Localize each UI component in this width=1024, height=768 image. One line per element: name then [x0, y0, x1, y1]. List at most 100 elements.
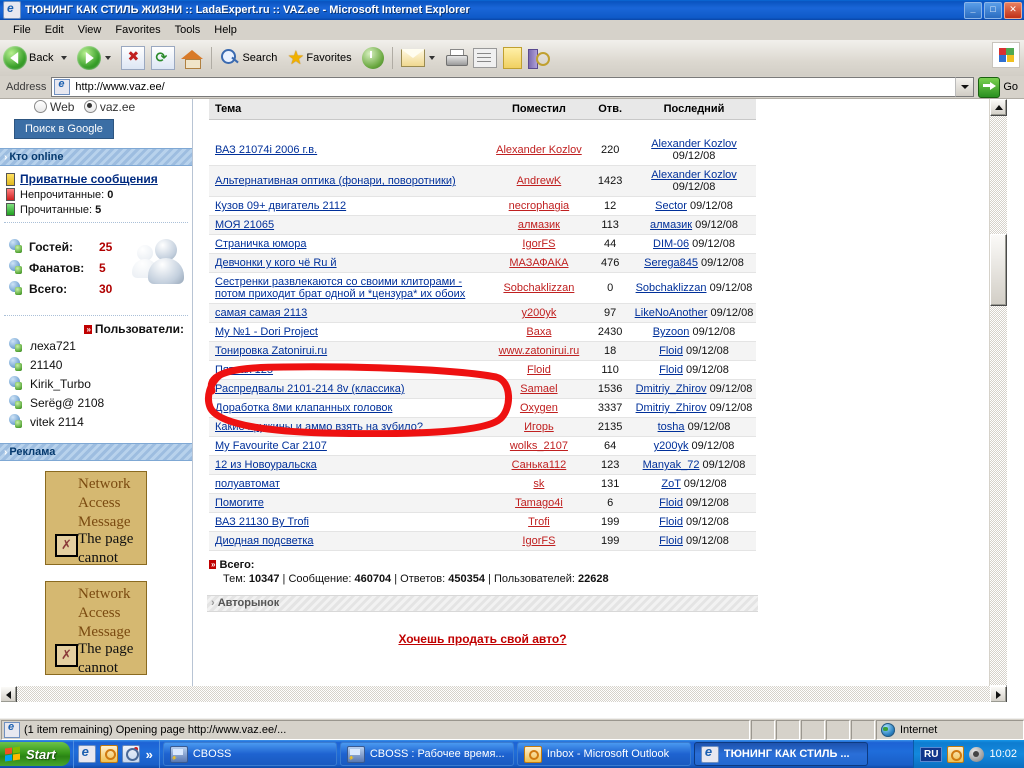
topic-link[interactable]: 12 из Новоуральска — [215, 459, 317, 471]
topic-link[interactable]: Диодная подсветка — [215, 535, 314, 547]
address-dropdown-button[interactable] — [955, 77, 975, 97]
author-link[interactable]: Trofi — [528, 516, 550, 528]
menu-item-tools[interactable]: Tools — [168, 22, 208, 38]
close-button[interactable]: ✕ — [1004, 2, 1022, 19]
author-link[interactable]: Samael — [520, 383, 557, 395]
chevron-down-icon[interactable] — [105, 56, 112, 60]
topic-link[interactable]: ВАЗ 21130 By Trofi — [215, 516, 309, 528]
last-poster-link[interactable]: Byzoon — [653, 326, 690, 338]
table-row[interactable]: Сестренки развлекаются со своими клитора… — [209, 272, 756, 304]
author-link[interactable]: Floid — [527, 364, 551, 376]
table-row[interactable]: МОЯ 21065 алмазик 113 алмазик 09/12/08 — [209, 215, 756, 235]
table-row[interactable]: My №1 - Dori Project Baxa 2430 Byzoon 09… — [209, 322, 756, 342]
last-poster-link[interactable]: tosha — [658, 421, 685, 433]
author-link[interactable]: IgorFS — [522, 535, 555, 547]
last-poster-link[interactable]: Sector — [655, 200, 687, 212]
scroll-right-button[interactable] — [990, 686, 1007, 702]
contacts-icon[interactable] — [121, 745, 140, 763]
author-link[interactable]: МАЗАФАКА — [509, 257, 568, 269]
menu-item-help[interactable]: Help — [207, 22, 244, 38]
list-item[interactable]: vitek 2114 — [0, 412, 192, 431]
topic-link[interactable]: Девчонки у кого чё Ru й — [215, 257, 337, 269]
edit-button[interactable] — [470, 43, 500, 73]
last-poster-link[interactable]: алмазик — [650, 219, 692, 231]
volume-icon[interactable] — [969, 746, 985, 762]
chevron-down-icon[interactable] — [61, 56, 68, 60]
topic-link[interactable]: Альтернативная оптика (фонари, поворотни… — [215, 175, 456, 187]
table-row[interactable]: Распредвалы 2101-214 8v (классика) Samae… — [209, 379, 756, 399]
minimize-button[interactable]: _ — [964, 2, 982, 19]
author-link[interactable]: Sobchaklizzan — [503, 282, 574, 294]
table-row[interactable]: Страничка юмора IgorFS 44 DIM-06 09/12/0… — [209, 234, 756, 254]
author-link[interactable]: y200yk — [521, 307, 556, 319]
menu-item-file[interactable]: File — [6, 22, 38, 38]
author-link[interactable]: Игорь — [524, 421, 554, 433]
list-item[interactable]: Serёg@ 2108 — [0, 393, 192, 412]
private-messages-link[interactable]: Приватные сообщения — [20, 172, 158, 186]
notes-button[interactable] — [500, 43, 525, 73]
clock[interactable]: 10:02 — [989, 748, 1017, 760]
author-link[interactable]: алмазик — [518, 219, 560, 231]
topic-link[interactable]: Сестренки развлекаются со своими клитора… — [215, 276, 465, 300]
start-button[interactable]: Start — [0, 742, 70, 766]
table-row[interactable]: Диодная подсветка IgorFS 199 Floid 09/12… — [209, 531, 756, 551]
search-button[interactable]: Search — [217, 43, 284, 73]
discuss-button[interactable] — [525, 43, 551, 73]
forward-button[interactable] — [74, 43, 118, 73]
address-field[interactable] — [51, 77, 956, 97]
print-button[interactable] — [442, 43, 470, 73]
table-row[interactable]: Альтернативная оптика (фонари, поворотни… — [209, 165, 756, 197]
scroll-up-button[interactable] — [990, 99, 1007, 116]
mail-button[interactable] — [398, 43, 442, 73]
topic-link[interactable]: полуавтомат — [215, 478, 280, 490]
author-link[interactable]: IgorFS — [522, 238, 555, 250]
author-link[interactable]: sk — [533, 478, 544, 490]
google-search-button[interactable]: Поиск в Google — [14, 119, 114, 139]
topic-link[interactable]: МОЯ 21065 — [215, 219, 274, 231]
chevron-down-icon[interactable] — [428, 56, 435, 60]
table-row[interactable]: Доработка 8ми клапанных головок Oxygen 3… — [209, 398, 756, 418]
outlook-icon[interactable] — [99, 745, 118, 763]
scroll-thumb[interactable] — [990, 234, 1007, 306]
table-row[interactable]: ВАЗ 21074i 2006 г.в. Alexander Kozlov 22… — [209, 135, 756, 166]
last-poster-link[interactable]: Floid — [659, 345, 683, 357]
author-link[interactable]: necrophagia — [509, 200, 570, 212]
topic-link[interactable]: Какие пружины и аммо взять на зубило? — [215, 421, 423, 433]
author-link[interactable]: wolks_2107 — [510, 440, 568, 452]
last-poster-link[interactable]: ZoT — [661, 478, 680, 490]
ie-icon[interactable] — [77, 744, 96, 763]
table-row[interactable]: самая самая 2113 y200yk 97 LikeNoAnother… — [209, 303, 756, 323]
language-indicator[interactable]: RU — [920, 746, 943, 762]
address-input[interactable] — [73, 80, 956, 94]
go-button[interactable]: Go — [974, 76, 1024, 98]
last-poster-link[interactable]: Serega845 — [644, 257, 698, 269]
table-row[interactable]: 12 из Новоуральска Санька112 123 Manyak_… — [209, 455, 756, 475]
vertical-scrollbar[interactable] — [989, 99, 1007, 702]
last-poster-link[interactable]: Floid — [659, 497, 683, 509]
last-poster-link[interactable]: Dmitriy_Zhirov — [636, 402, 707, 414]
author-link[interactable]: Baxa — [526, 326, 551, 338]
sell-car-link[interactable]: Хочешь продать свой авто? — [398, 632, 566, 646]
column-header-author[interactable]: Поместил — [489, 99, 589, 120]
refresh-button[interactable]: ⟳ — [148, 43, 178, 73]
author-link[interactable]: AndrewK — [517, 175, 562, 187]
author-link[interactable]: www.zatonirui.ru — [499, 345, 580, 357]
topic-link[interactable]: Страничка юмора — [215, 238, 306, 250]
list-item[interactable]: леха721 — [0, 336, 192, 355]
horizontal-scrollbar[interactable] — [0, 686, 1007, 702]
taskbar-item[interactable]: Inbox - Microsoft Outlook — [516, 742, 691, 766]
topic-link[interactable]: My №1 - Dori Project — [215, 326, 318, 338]
column-header-topic[interactable]: Тема — [209, 99, 490, 120]
last-poster-link[interactable]: LikeNoAnother — [635, 307, 708, 319]
table-row[interactable]: Кузов 09+ двигатель 2112 necrophagia 12 … — [209, 196, 756, 216]
topic-link[interactable]: Распредвалы 2101-214 8v (классика) — [215, 383, 405, 395]
sidebar-header-ads[interactable]: › Реклама — [0, 443, 192, 461]
topic-link[interactable]: My Favourite Car 2107 — [215, 440, 327, 452]
home-button[interactable] — [178, 43, 206, 73]
stop-button[interactable]: ✖ — [118, 43, 148, 73]
ad-placeholder[interactable]: Network Access Message The page cannot ✗ — [45, 581, 147, 675]
section-header-market[interactable]: › Авторынок — [207, 595, 758, 612]
pm-link-row[interactable]: Приватные сообщения — [6, 172, 192, 186]
ad-placeholder[interactable]: Network Access Message The page cannot ✗ — [45, 471, 147, 565]
table-row[interactable]: My Favourite Car 2107 wolks_2107 64 y200… — [209, 436, 756, 456]
